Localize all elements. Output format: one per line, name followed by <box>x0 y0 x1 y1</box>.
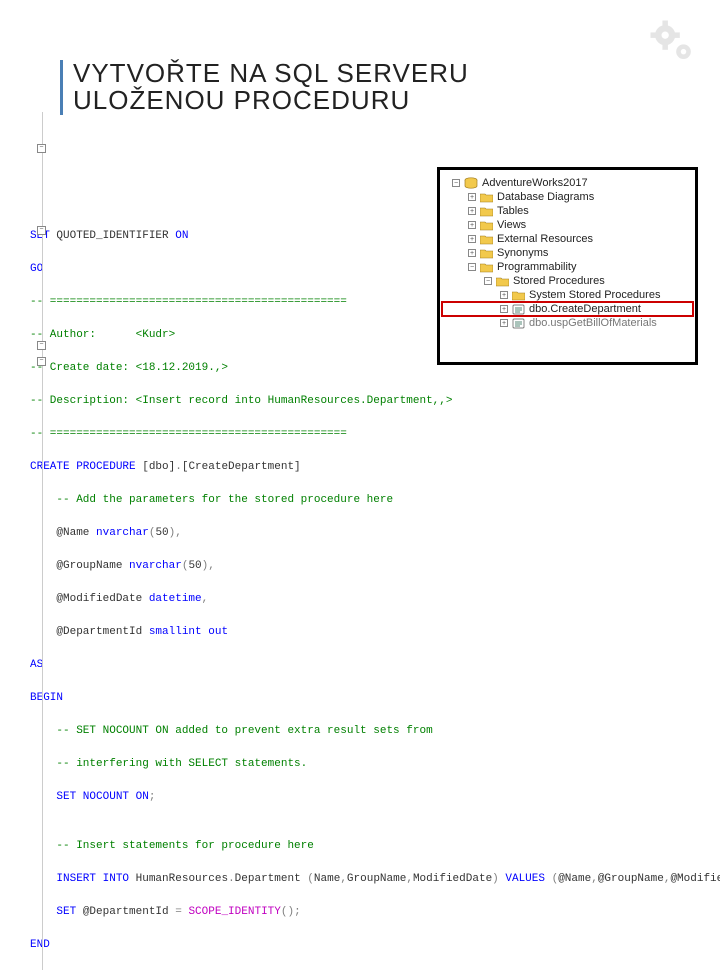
folder-icon <box>496 276 509 287</box>
code-line: -- =====================================… <box>30 426 720 443</box>
code-line: -- SET NOCOUNT ON added to prevent extra… <box>30 723 720 740</box>
code-line: -- Add the parameters for the stored pro… <box>30 492 720 509</box>
object-explorer-panel: − AdventureWorks2017 + Database Diagrams… <box>440 170 695 362</box>
tree-label: Programmability <box>497 261 576 273</box>
code-line: SET @DepartmentId = SCOPE_IDENTITY(); <box>30 904 720 921</box>
expand-icon[interactable]: + <box>468 235 476 243</box>
folder-icon <box>480 262 493 273</box>
tree-label: External Resources <box>497 233 593 245</box>
slide-title: VYTVOŘTE NA SQL SERVERU ULOŽENOU PROCEDU… <box>60 60 469 115</box>
folder-icon <box>480 192 493 203</box>
fold-icon[interactable]: − <box>37 144 46 153</box>
tree-label: AdventureWorks2017 <box>482 177 588 189</box>
tree-label: dbo.uspGetBillOfMaterials <box>529 317 657 329</box>
collapse-icon[interactable]: − <box>452 179 460 187</box>
tree-node-external[interactable]: + External Resources <box>442 232 693 246</box>
expand-icon[interactable]: + <box>500 319 508 327</box>
tree-label: Synonyms <box>497 247 548 259</box>
tree-label: Tables <box>497 205 529 217</box>
folder-icon <box>480 234 493 245</box>
expand-icon[interactable]: + <box>500 291 508 299</box>
title-line-2: ULOŽENOU PROCEDURU <box>73 87 469 114</box>
expand-icon[interactable]: + <box>468 249 476 257</box>
stored-procedure-icon <box>512 304 525 315</box>
code-line: END <box>30 937 720 954</box>
code-line: AS <box>30 657 720 674</box>
tree-label: Database Diagrams <box>497 191 594 203</box>
tree-label: Stored Procedures <box>513 275 605 287</box>
code-line: @Name nvarchar(50), <box>30 525 720 542</box>
expand-icon[interactable]: + <box>468 193 476 201</box>
code-line: @DepartmentId smallint out <box>30 624 720 641</box>
tree-label: Views <box>497 219 526 231</box>
code-line: -- interfering with SELECT statements. <box>30 756 720 773</box>
code-line: @ModifiedDate datetime, <box>30 591 720 608</box>
fold-icon[interactable]: − <box>37 226 46 235</box>
title-line-1: VYTVOŘTE NA SQL SERVERU <box>73 60 469 87</box>
folder-icon <box>480 220 493 231</box>
fold-icon[interactable]: − <box>37 341 46 350</box>
tree-node-system-sp[interactable]: + System Stored Procedures <box>442 288 693 302</box>
folder-icon <box>512 290 525 301</box>
stored-procedure-icon <box>512 318 525 329</box>
collapse-icon[interactable]: − <box>484 277 492 285</box>
code-line: INSERT INTO HumanResources.Department (N… <box>30 871 720 888</box>
tree-node-programmability[interactable]: − Programmability <box>442 260 693 274</box>
folder-icon <box>480 206 493 217</box>
code-line: BEGIN <box>30 690 720 707</box>
expand-icon[interactable]: + <box>500 305 508 313</box>
tree-node-stored-procedures[interactable]: − Stored Procedures <box>442 274 693 288</box>
tree-node-views[interactable]: + Views <box>442 218 693 232</box>
folder-icon <box>480 248 493 259</box>
code-line: CREATE PROCEDURE [dbo].[CreateDepartment… <box>30 459 720 476</box>
tree-node-database[interactable]: − AdventureWorks2017 <box>442 176 693 190</box>
code-line: @GroupName nvarchar(50), <box>30 558 720 575</box>
collapse-icon[interactable]: − <box>468 263 476 271</box>
tree-label: dbo.CreateDepartment <box>529 303 641 315</box>
database-icon <box>464 177 478 189</box>
expand-icon[interactable]: + <box>468 221 476 229</box>
expand-icon[interactable]: + <box>468 207 476 215</box>
tree-node-synonyms[interactable]: + Synonyms <box>442 246 693 260</box>
code-line: -- Description: <Insert record into Huma… <box>30 393 720 410</box>
tree-node-tables[interactable]: + Tables <box>442 204 693 218</box>
gears-icon <box>645 15 700 70</box>
tree-node-bill-materials[interactable]: + dbo.uspGetBillOfMaterials <box>442 316 693 330</box>
tree-label: System Stored Procedures <box>529 289 660 301</box>
tree-node-diagrams[interactable]: + Database Diagrams <box>442 190 693 204</box>
code-line: SET NOCOUNT ON; <box>30 789 720 806</box>
fold-icon[interactable]: − <box>37 357 46 366</box>
code-line: -- Insert statements for procedure here <box>30 838 720 855</box>
tree-node-create-department[interactable]: + dbo.CreateDepartment <box>442 302 693 316</box>
